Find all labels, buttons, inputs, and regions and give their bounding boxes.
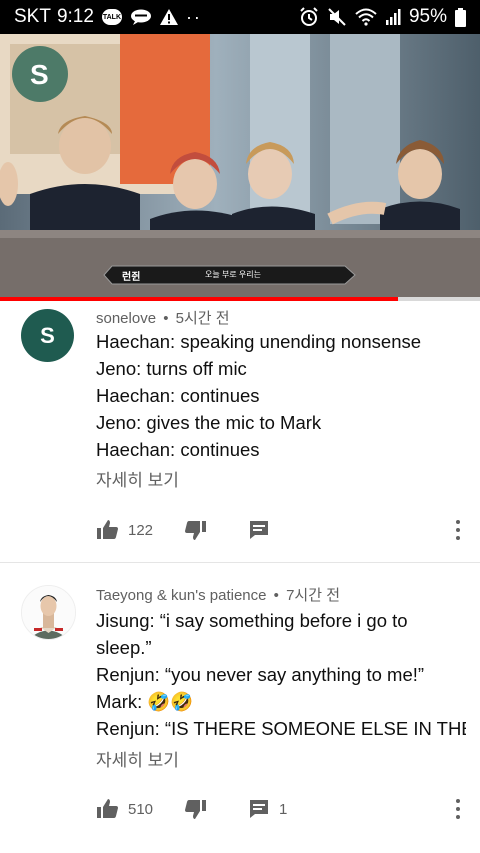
comment-line: Jisung: “i say something before i go to [96, 610, 408, 631]
comment-line: Renjun: “you never say anything to me!” [96, 664, 425, 685]
comment-author[interactable]: sonelove [96, 310, 156, 327]
like-count: 510 [128, 800, 154, 818]
avatar[interactable] [21, 585, 76, 640]
status-bar: SKT 9:12 TALK ·· 95% [0, 0, 480, 34]
comment-actions: 122 [96, 515, 466, 545]
comment-body: Jisung: “i say something before i go to … [96, 607, 466, 742]
caption-speaker: 런쥔 [122, 272, 141, 283]
caption-text: 오늘 부로 우리는 [205, 270, 261, 279]
chat-bubble-icon [130, 9, 152, 25]
status-bar-left: SKT 9:12 TALK ·· [14, 6, 202, 28]
comment-time: 7시간 전 [286, 587, 341, 604]
read-more-link[interactable]: 자세히 보기 [96, 466, 179, 491]
battery-percent: 95% [408, 6, 447, 27]
warning-icon [159, 9, 178, 25]
comment-line: Mark: 🤣🤣 [96, 691, 194, 712]
comment-time: 5시간 전 [175, 310, 230, 327]
status-bar-right: 95% [299, 6, 466, 28]
alarm-icon [299, 7, 319, 27]
reply-count: 1 [279, 800, 288, 818]
reply-button[interactable] [247, 518, 279, 542]
thumbs-down-icon [183, 518, 207, 542]
comment-line: Haechan: continues [96, 439, 260, 460]
video-frame: S [0, 34, 480, 299]
like-button[interactable]: 510 [96, 797, 153, 821]
video-player[interactable]: S 런쥔 오늘 부로 우리는 [0, 34, 480, 299]
more-options-button[interactable] [454, 797, 462, 821]
carrier-label: SKT [14, 6, 51, 27]
wifi-icon [355, 8, 377, 26]
comment-line: Haechan: continues [96, 385, 260, 406]
avatar-image [22, 586, 75, 639]
dislike-button[interactable] [183, 797, 207, 821]
reply-icon [247, 797, 271, 821]
more-notifications-icon: ·· [185, 6, 202, 27]
clock: 9:12 [56, 6, 94, 27]
talk-icon: TALK [101, 9, 122, 25]
comment-line: Jeno: gives the mic to Mark [96, 412, 322, 433]
battery-icon [455, 7, 466, 27]
like-button[interactable]: 122 [96, 518, 153, 542]
signal-icon [385, 9, 401, 25]
comment-actions: 510 1 [96, 794, 466, 824]
comment-line: Renjun: “IS THERE SOMEONE ELSE IN THE [96, 718, 466, 739]
comment-meta: sonelove • 5시간 전 [96, 307, 230, 328]
avatar-letter: S [40, 322, 55, 348]
comment-line: Haechan: speaking unending nonsense [96, 331, 422, 352]
dislike-button[interactable] [183, 518, 207, 542]
meta-separator: • [273, 587, 279, 604]
more-vert-icon [456, 799, 460, 803]
comment-line: sleep.” [96, 637, 152, 658]
comment-meta: Taeyong & kun's patience • 7시간 전 [96, 584, 340, 605]
comment-author[interactable]: Taeyong & kun's patience [96, 587, 266, 604]
thumbs-up-icon [96, 797, 120, 821]
comment-line: Jeno: turns off mic [96, 358, 247, 379]
like-count: 122 [128, 521, 154, 539]
read-more-link[interactable]: 자세히 보기 [96, 746, 179, 771]
more-vert-icon [456, 520, 460, 524]
avatar[interactable]: S [21, 309, 74, 362]
reply-icon [247, 518, 271, 542]
comment-item: Taeyong & kun's patience • 7시간 전 Jisung:… [0, 563, 480, 853]
svg-text:S: S [30, 59, 49, 90]
comment-item: S sonelove • 5시간 전 Haechan: speaking une… [0, 301, 480, 562]
reply-button[interactable]: 1 [247, 797, 287, 821]
more-options-button[interactable] [454, 518, 462, 542]
mute-icon [327, 7, 347, 27]
thumbs-up-icon [96, 518, 120, 542]
thumbs-down-icon [183, 797, 207, 821]
comment-body: Haechan: speaking unending nonsense Jeno… [96, 328, 466, 463]
meta-separator: • [163, 310, 169, 327]
